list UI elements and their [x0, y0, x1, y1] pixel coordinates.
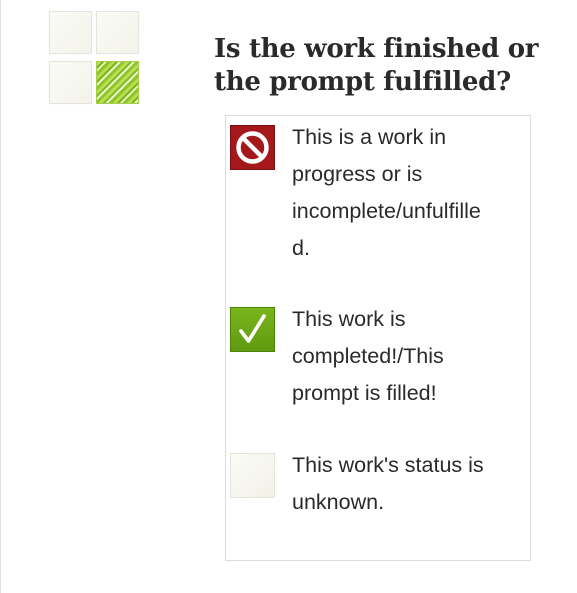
- completion-status-symbol-icon: [96, 61, 139, 104]
- prohibited-circle-glyph: [236, 131, 269, 164]
- prohibited-circle-icon: [230, 125, 275, 170]
- legend-text-line: This work is: [292, 307, 406, 331]
- blank-square-icon: [230, 453, 275, 498]
- page: Is the work finished or the prompt fulfi…: [0, 0, 577, 593]
- legend-box: This is a work in progress or is incompl…: [225, 115, 531, 561]
- blank-square-icon: [49, 61, 92, 104]
- legend-item-text: This work is completed!/This prompt is f…: [292, 301, 522, 412]
- legend-text-line: This is a work in: [292, 125, 447, 149]
- page-title-line-1: Is the work finished or: [214, 34, 539, 64]
- required-tags-symbol-grid: [46, 8, 142, 106]
- legend-text-line: progress or is: [292, 162, 423, 186]
- legend-text-line: completed!/This: [292, 344, 444, 368]
- legend-text-line: incomplete/unfulfille: [292, 199, 481, 223]
- blank-square-icon: [49, 11, 92, 54]
- blank-square-icon: [96, 11, 139, 54]
- legend-item-text: This is a work in progress or is incompl…: [292, 119, 522, 267]
- legend-text-line: prompt is filled!: [292, 381, 437, 405]
- checkmark-glyph: [239, 314, 266, 343]
- legend-item-text: This work's status is unknown.: [292, 447, 522, 521]
- page-title: Is the work finished or the prompt fulfi…: [214, 33, 554, 99]
- legend-text-line: This work's status is: [292, 453, 484, 477]
- page-title-line-2: the prompt fulfilled?: [214, 67, 511, 97]
- legend-text-line: unknown.: [292, 490, 385, 514]
- legend-text-line: d.: [292, 236, 310, 260]
- checkmark-icon: [230, 307, 275, 352]
